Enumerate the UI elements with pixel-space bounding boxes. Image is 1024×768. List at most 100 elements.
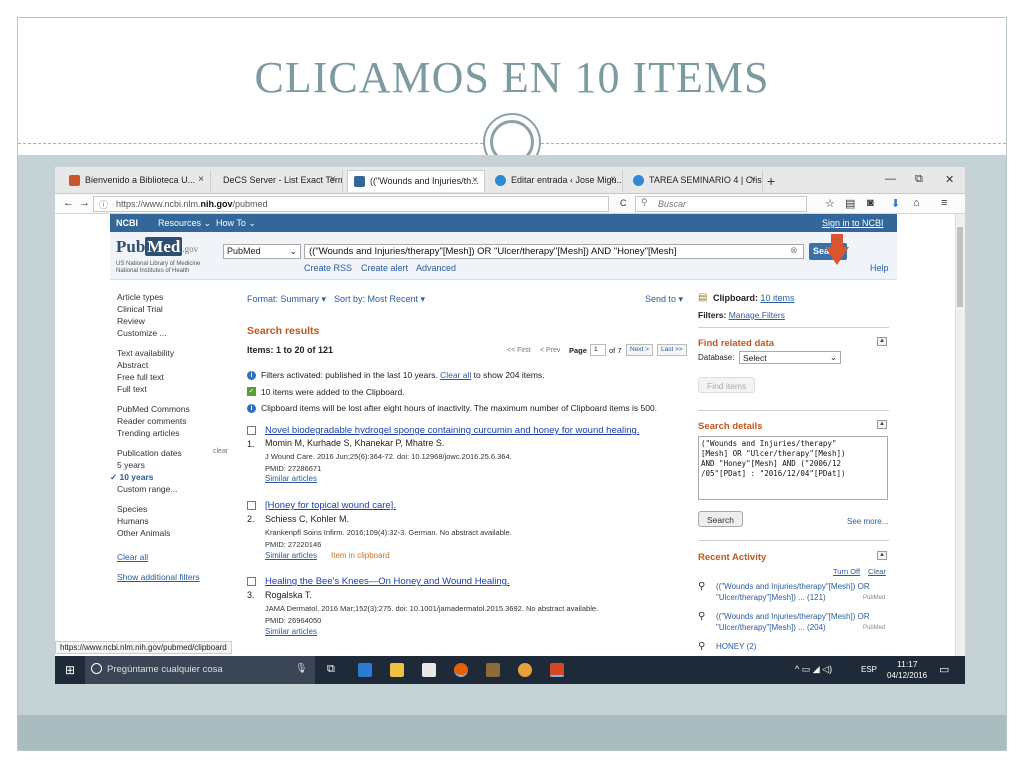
address-bar[interactable]: ⓘ https://www.ncbi.nlm.nih.gov/pubmed [93,196,609,212]
ncbi-logo[interactable]: NCBI [116,218,138,228]
similar-articles-link[interactable]: Similar articles [265,627,317,636]
new-tab-button[interactable]: + [767,173,775,189]
sign-in-link[interactable]: Sign in to NCBI [822,218,884,228]
close-icon[interactable]: × [330,174,336,185]
pubdates-clear-link[interactable]: clear [213,448,228,455]
first-page-link[interactable]: << First [507,347,531,354]
recent-item-1-line2[interactable]: "Ulcer/therapy"[Mesh]) ... (121) [716,593,826,602]
info-icon[interactable]: ⓘ [99,198,108,211]
filter-free-full-text[interactable]: Free full text [117,372,164,382]
notifications-icon[interactable]: ▭ [939,663,949,676]
minimize-button[interactable]: — [885,173,896,185]
clock-date[interactable]: 04/12/2016 [887,671,927,680]
powerpoint-icon[interactable] [550,663,564,677]
filter-custom-range[interactable]: Custom range... [117,484,177,494]
close-icon[interactable]: × [610,174,616,185]
prev-page-link[interactable]: < Prev [540,347,560,354]
result-title-link[interactable]: Healing the Bee's Knees—On Honey and Wou… [265,576,510,587]
close-window-button[interactable]: ✕ [945,173,954,186]
clear-all-link[interactable]: Clear all [117,552,148,562]
scrollbar-thumb[interactable] [957,227,963,307]
howto-menu[interactable]: How To ⌄ [216,218,256,229]
collapse-toggle-icon[interactable]: ▲ [877,420,887,429]
create-alert-link[interactable]: Create alert [361,263,408,273]
app-icon[interactable] [486,663,500,677]
tab-tarea-seminario[interactable]: TAREA SEMINARIO 4 | Cris... × [627,170,763,192]
page-number-input[interactable]: 1 [590,344,606,356]
filter-5-years[interactable]: 5 years [117,460,145,470]
tab-biblioteca[interactable]: Bienvenido a Biblioteca U... × [63,170,211,192]
filter-reader-comments[interactable]: Reader comments [117,416,186,426]
clear-query-icon[interactable]: ⊗ [790,245,798,256]
result-checkbox[interactable] [247,426,256,435]
filter-humans[interactable]: Humans [117,516,149,526]
format-menu[interactable]: Format: Summary ▾ [247,294,326,305]
filter-abstract[interactable]: Abstract [117,360,148,370]
search-input[interactable]: (("Wounds and Injuries/therapy"[Mesh]) O… [304,244,804,259]
tab-decs-server[interactable]: DeCS Server - List Exact Term × [215,170,343,192]
windows-start-icon[interactable]: ⊞ [65,663,75,677]
filter-10-years[interactable]: ✓ 10 years [110,472,154,483]
send-to-menu[interactable]: Send to ▾ [645,294,683,305]
browser-search-field[interactable]: ⚲ Buscar [635,196,807,212]
restore-button[interactable]: ⧉ [915,173,923,186]
microphone-icon[interactable]: 🎙 [295,663,307,674]
close-icon[interactable]: × [198,174,204,185]
store-icon[interactable] [422,663,436,677]
recent-item-2-line1[interactable]: (("Wounds and Injuries/therapy"[Mesh]) O… [716,612,870,621]
close-icon[interactable]: × [472,175,478,186]
filter-other-animals[interactable]: Other Animals [117,528,170,538]
show-additional-filters-link[interactable]: Show additional filters [117,572,200,582]
similar-articles-link[interactable]: Similar articles [265,474,317,483]
filter-customize[interactable]: Customize ... [117,328,167,338]
tab-editar-entrada[interactable]: Editar entrada ‹ Jose Migu... × [489,170,623,192]
help-link[interactable]: Help [870,263,889,273]
filter-full-text[interactable]: Full text [117,384,147,394]
search-details-textarea[interactable]: ("Wounds and Injuries/therapy" [Mesh] OR… [698,436,888,500]
find-items-button[interactable]: Find items [698,377,756,393]
reload-icon[interactable]: C [620,198,627,208]
see-more-link[interactable]: See more... [847,517,888,526]
result-checkbox[interactable] [247,501,256,510]
back-arrow-icon[interactable]: ← [63,197,74,209]
reading-list-icon[interactable]: ▤ [845,197,855,210]
filter-clinical-trial[interactable]: Clinical Trial [117,304,163,314]
download-arrow-icon[interactable]: ⬇ [891,197,900,210]
similar-articles-link[interactable]: Similar articles [265,551,317,560]
database-select[interactable]: PubMed ⌄ [223,244,301,259]
recent-item-2-line2[interactable]: "Ulcer/therapy"[Mesh]) ... (204) [716,623,826,632]
pocket-icon[interactable]: ◙ [867,197,874,209]
pubmed-logo[interactable]: Pub Med .gov [116,237,198,257]
edge-icon[interactable] [358,663,372,677]
turn-off-link[interactable]: Turn Off [833,567,860,576]
task-view-icon[interactable]: ⧉ [327,663,335,676]
collapse-toggle-icon[interactable]: ▲ [877,337,887,346]
file-explorer-icon[interactable] [390,663,404,677]
clock-time[interactable]: 11:17 [897,659,918,669]
home-icon[interactable]: ⌂ [913,197,920,209]
bookmark-star-icon[interactable]: ☆ [825,197,835,210]
tab-pubmed-active[interactable]: (("Wounds and Injuries/th... × [347,170,485,192]
next-page-button[interactable]: Next > [626,344,653,356]
recent-item-1-line1[interactable]: (("Wounds and Injuries/therapy"[Mesh]) O… [716,582,870,591]
details-search-button[interactable]: Search [698,511,743,527]
advanced-link[interactable]: Advanced [416,263,456,273]
system-tray-icons[interactable]: ^ ▭ ◢ ◁) [795,664,832,675]
related-database-select[interactable]: Select ⌄ [739,351,841,364]
filter-trending[interactable]: Trending articles [117,428,180,438]
collapse-toggle-icon[interactable]: ▲ [877,551,887,560]
language-indicator[interactable]: ESP [861,665,877,674]
result-title-link[interactable]: Novel biodegradable hydrogel sponge cont… [265,425,639,436]
recent-item-3[interactable]: HONEY (2) [716,642,756,651]
forward-arrow-icon[interactable]: → [79,197,90,209]
result-title-link[interactable]: [Honey for topical wound care]. [265,500,396,511]
sort-menu[interactable]: Sort by: Most Recent ▾ [334,294,425,305]
result-checkbox[interactable] [247,577,256,586]
menu-icon[interactable]: ≡ [941,197,947,209]
manage-filters-link[interactable]: Manage Filters [729,310,785,320]
create-rss-link[interactable]: Create RSS [304,263,352,273]
filter-review[interactable]: Review [117,316,145,326]
chrome-icon[interactable] [518,663,532,677]
firefox-icon[interactable] [454,663,468,677]
clipboard-10-items-link[interactable]: 10 items [761,293,795,303]
